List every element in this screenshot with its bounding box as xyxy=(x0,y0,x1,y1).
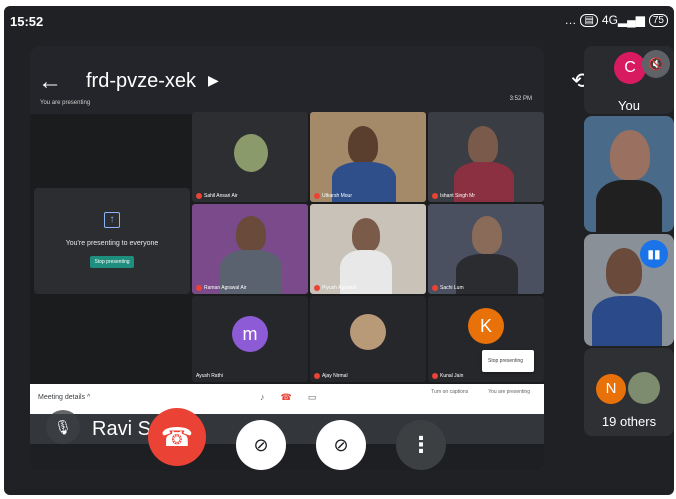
participant-face xyxy=(606,248,642,294)
toolbar-mic-icon[interactable]: ♪ xyxy=(260,392,265,403)
mic-off-icon: 🔇 xyxy=(642,50,670,78)
participant-face xyxy=(610,130,650,180)
meeting-details-text: Meeting details xyxy=(38,394,86,401)
participant-avatar: K xyxy=(468,308,504,344)
desktop-taskbar-bottom xyxy=(30,444,544,470)
participant-face xyxy=(468,126,498,164)
more-status-icon: … xyxy=(564,13,577,27)
mic-off-icon xyxy=(432,373,438,379)
self-tile[interactable]: C 🔇 You xyxy=(584,46,674,114)
main-video-presentation: ← frd-pvze-xek ▶ You are presenting 3:52… xyxy=(30,46,544,470)
signal-icon: 4G▂▄▆ xyxy=(601,13,645,27)
chevron-right-icon[interactable]: ▶ xyxy=(208,72,219,89)
participant-name: Ishant Singh Mr xyxy=(432,193,475,199)
participant-tile[interactable]: ▮▮ xyxy=(584,234,674,346)
header-mini: 3:52 PM xyxy=(510,96,532,102)
participant-avatar: m xyxy=(232,316,268,352)
participant-shirt xyxy=(456,254,518,294)
mic-off-icon xyxy=(196,285,202,291)
lte-icon: ▤ xyxy=(580,13,598,27)
participant-name-text: Raman Agrawal Air xyxy=(204,285,247,291)
participant-name: Utkarsh Mour xyxy=(314,193,352,199)
participant-name: Ayush Rathi xyxy=(196,373,223,379)
participant-shirt xyxy=(592,296,662,346)
mic-off-icon xyxy=(196,193,202,199)
presenting-text: You're presenting to everyone xyxy=(65,240,159,247)
participant-tile[interactable]: Ajay Nirmal xyxy=(310,296,426,382)
others-label: 19 others xyxy=(601,414,657,429)
status-time: 15:52 xyxy=(10,14,44,29)
participant-name-text: Ayush Rathi xyxy=(196,373,223,379)
mic-off-icon xyxy=(432,285,438,291)
participant-name-text: Sahil Ansari Air xyxy=(204,193,238,199)
participant-name: Kunal Jain xyxy=(432,373,463,379)
participant-name: Sachi Lum xyxy=(432,285,464,291)
stop-presenting-button[interactable]: Stop presenting xyxy=(90,256,134,268)
meet-toolbar: Meeting details ^ ♪ ☎ ▭ Turn on captions… xyxy=(30,384,544,414)
back-arrow-icon[interactable]: ← xyxy=(38,68,62,96)
self-mic-off-icon: 🎙 xyxy=(46,410,80,444)
more-options-button[interactable]: ⋮ xyxy=(396,420,446,470)
network-label: 4G xyxy=(601,13,618,27)
participant-shirt xyxy=(596,180,662,232)
mic-off-button[interactable]: ⊘ xyxy=(316,420,366,470)
participant-tile[interactable]: m Ayush Rathi xyxy=(192,296,308,382)
participant-tile[interactable]: Utkarsh Mour xyxy=(310,112,426,202)
chevron-up-icon: ^ xyxy=(87,394,91,401)
participant-photo xyxy=(234,134,268,172)
toolbar-right: Turn on captions You are presenting xyxy=(431,389,530,395)
participant-tile[interactable]: Piyush Agrawal xyxy=(310,204,426,294)
meet-header: ← frd-pvze-xek ▶ You are presenting 3:52… xyxy=(30,46,544,114)
participant-face xyxy=(236,216,266,252)
participant-face xyxy=(348,126,378,164)
others-photo-avatar xyxy=(628,372,660,404)
presentation-panel: ↑ You're presenting to everyone Stop pre… xyxy=(34,188,190,294)
meeting-details-link[interactable]: Meeting details ^ xyxy=(38,394,90,401)
participant-name-text: Sachi Lum xyxy=(440,285,464,291)
participant-name-text: Utkarsh Mour xyxy=(322,193,353,199)
others-avatar: N xyxy=(596,374,626,404)
self-avatar: C xyxy=(614,52,646,84)
phone-screen: 15:52 … ▤ 4G▂▄▆ 75 ← frd-pvze-xek ▶ You … xyxy=(4,6,674,495)
present-screen-icon: ↑ xyxy=(104,212,120,228)
participant-tile[interactable] xyxy=(584,116,674,232)
presenting-button[interactable]: You are presenting xyxy=(488,389,530,395)
participant-name-text: Kunal Jain xyxy=(440,373,464,379)
captions-button[interactable]: Turn on captions xyxy=(431,389,468,395)
participant-name: Piyush Agrawal xyxy=(314,285,356,291)
participant-tile[interactable]: Sahil Ansari Air xyxy=(192,112,308,202)
participant-photo xyxy=(350,314,386,350)
mic-off-icon xyxy=(314,373,320,379)
stop-presenting-popup[interactable]: Stop presenting xyxy=(482,350,534,372)
self-label: You xyxy=(618,98,640,113)
participant-name-text: Piyush Agrawal xyxy=(322,285,357,291)
participant-tile[interactable]: Raman Agrawal Air xyxy=(192,204,308,294)
participant-name: Raman Agrawal Air xyxy=(196,285,247,291)
status-icons: … ▤ 4G▂▄▆ 75 xyxy=(564,13,668,27)
participant-name-text: Ishant Singh Mr xyxy=(440,193,476,199)
speaking-icon: ▮▮ xyxy=(640,240,668,268)
participant-tile[interactable]: Sachi Lum xyxy=(428,204,544,294)
presenting-indicator: You are presenting xyxy=(40,100,91,106)
meeting-code[interactable]: frd-pvze-xek xyxy=(86,70,196,93)
end-call-button[interactable]: ☎ xyxy=(148,408,206,466)
toolbar-hangup-icon[interactable]: ☎ xyxy=(281,392,292,403)
participant-name: Sahil Ansari Air xyxy=(196,193,238,199)
participant-face xyxy=(472,216,502,254)
others-tile[interactable]: N 19 others xyxy=(584,348,674,436)
participant-name: Ajay Nirmal xyxy=(314,373,348,379)
header-time: 3:52 PM xyxy=(509,96,532,102)
toolbar-camera-icon[interactable]: ▭ xyxy=(308,392,317,403)
mic-off-icon xyxy=(314,285,320,291)
mic-off-icon xyxy=(314,193,320,199)
toolbar-center: ♪ ☎ ▭ xyxy=(260,392,316,403)
participant-name-text: Ajay Nirmal xyxy=(322,373,348,379)
mic-off-icon xyxy=(432,193,438,199)
camera-off-button[interactable]: ⊘ xyxy=(236,420,286,470)
participant-tile[interactable]: Ishant Singh Mr xyxy=(428,112,544,202)
battery-icon: 75 xyxy=(648,13,668,27)
participant-face xyxy=(352,218,380,252)
